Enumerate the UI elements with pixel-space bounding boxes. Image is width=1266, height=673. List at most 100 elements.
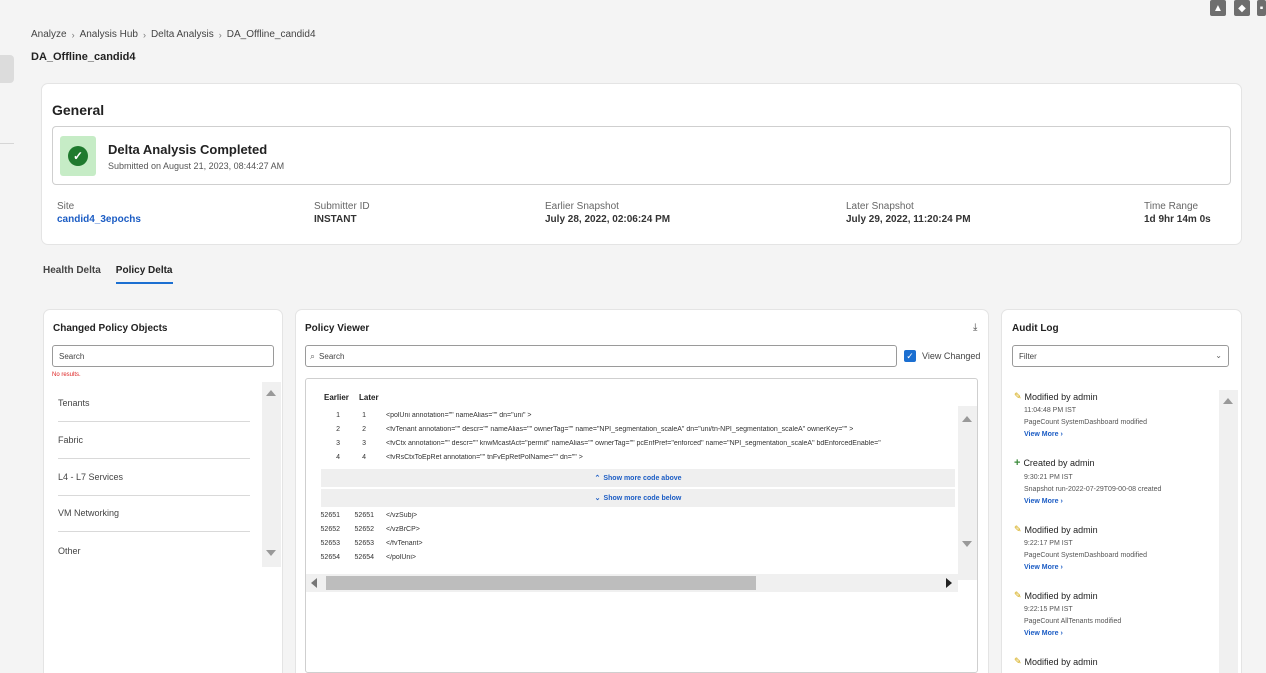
objects-search-input[interactable]: Search	[52, 345, 274, 367]
col-earlier: Earlier	[324, 393, 349, 402]
breadcrumb-current: DA_Offline_candid4	[226, 29, 316, 40]
pencil-icon: ✎	[1014, 391, 1022, 401]
view-more-link[interactable]: View More ›	[1014, 564, 1204, 571]
audit-entry-desc: PageCount AllTenants modified	[1024, 618, 1122, 625]
search-icon: ⌕	[310, 350, 316, 361]
line-number-later: 52652	[354, 526, 374, 533]
panel-title: Policy Viewer	[305, 323, 370, 334]
line-number-earlier: 3	[336, 440, 340, 447]
status-title: Delta Analysis Completed	[108, 142, 268, 157]
general-card: General ✓ Delta Analysis Completed Submi…	[42, 84, 1241, 244]
sidebar-toggle[interactable]	[0, 55, 14, 83]
list-item-other[interactable]: Other	[58, 532, 250, 569]
code-line: 52652 52652 </vzBrCP>	[306, 526, 956, 540]
scroll-right-icon[interactable]	[946, 578, 952, 588]
breadcrumb: Analyze › Analysis Hub › Delta Analysis …	[31, 29, 316, 40]
line-number-later: 1	[362, 412, 366, 419]
audit-entry: ✎ Modified by admin 9:22:15 PM IST PageCo…	[1014, 590, 1204, 637]
chevron-down-icon: ⌄	[1215, 351, 1222, 360]
list-item-l4-l7[interactable]: L4 - L7 Services	[58, 459, 250, 496]
view-changed-checkbox[interactable]: ✓	[904, 350, 916, 362]
site-link[interactable]: candid4_3epochs	[57, 214, 141, 225]
chevron-right-icon: ›	[1060, 630, 1063, 637]
audit-entry-desc: PageCount SystemDashboard modified	[1024, 552, 1147, 559]
col-later: Later	[359, 393, 379, 402]
line-number-earlier: 2	[336, 426, 340, 433]
chevron-right-icon: ›	[1060, 498, 1063, 505]
bell-icon[interactable]: ▲	[1210, 0, 1226, 16]
list-item-fabric[interactable]: Fabric	[58, 422, 250, 459]
scroll-down-icon[interactable]	[962, 541, 972, 547]
scroll-up-icon[interactable]	[1223, 398, 1233, 404]
pencil-icon: ✎	[1014, 524, 1022, 534]
list-item-vm-networking[interactable]: VM Networking	[58, 495, 250, 532]
tab-health-delta[interactable]: Health Delta	[43, 265, 101, 284]
view-more-label: View More	[1024, 564, 1059, 571]
sidebar-divider	[0, 143, 14, 144]
scroll-down-icon[interactable]	[266, 550, 276, 556]
scroll-left-icon[interactable]	[311, 578, 317, 588]
meta-label: Earlier Snapshot	[545, 201, 619, 212]
meta-site: Site candid4_3epochs	[57, 201, 141, 225]
code-line: 2 2 <fvTenant annotation="" descr="" nam…	[306, 426, 956, 440]
audit-scrollbar[interactable]	[1219, 390, 1238, 673]
view-more-link[interactable]: View More ›	[1014, 498, 1204, 505]
line-number-earlier: 52654	[320, 554, 340, 561]
view-more-link[interactable]: View More ›	[1014, 630, 1204, 637]
line-number-later: 2	[362, 426, 366, 433]
line-number-later: 52651	[354, 512, 374, 519]
status-indicator: ✓	[60, 136, 96, 176]
breadcrumb-delta-analysis[interactable]: Delta Analysis	[151, 29, 214, 40]
meta-value: 1d 9hr 14m 0s	[1144, 214, 1211, 225]
show-more-below-button[interactable]: ⌄ Show more code below	[321, 489, 955, 507]
chevron-right-icon: ›	[71, 29, 75, 40]
chevron-down-icon: ⌄	[594, 495, 601, 502]
audit-entry: + Created by admin 9:30:21 PM IST Snapsho…	[1014, 457, 1204, 505]
code-horizontal-scrollbar[interactable]	[306, 574, 958, 592]
view-more-label: View More	[1024, 498, 1059, 505]
policy-viewer-panel: Policy Viewer ⤓ ⌕ Search ✓ View Changed …	[296, 310, 988, 673]
scroll-up-icon[interactable]	[266, 390, 276, 396]
meta-value: INSTANT	[314, 214, 357, 225]
code-text: </fvTenant>	[386, 540, 423, 547]
breadcrumb-analysis-hub[interactable]: Analysis Hub	[80, 29, 138, 40]
audit-entry-time: 9:22:17 PM IST	[1024, 540, 1073, 547]
meta-label: Site	[57, 201, 75, 212]
code-text: </vzSubj>	[386, 512, 418, 519]
line-number-later: 52653	[354, 540, 374, 547]
tab-policy-delta[interactable]: Policy Delta	[115, 265, 173, 284]
page-title: DA_Offline_candid4	[31, 51, 136, 63]
audit-log-panel: Audit Log Filter ⌄ ✎ Modified by admin 11…	[1002, 310, 1241, 673]
breadcrumb-analyze[interactable]: Analyze	[31, 29, 67, 40]
chevron-up-icon: ⌃	[594, 475, 601, 482]
search-placeholder: Search	[319, 351, 345, 361]
line-number-later: 4	[362, 454, 366, 461]
status-subtitle: Submitted on August 21, 2023, 08:44:27 A…	[108, 161, 285, 171]
bookmark-icon[interactable]: ◆	[1234, 0, 1250, 16]
plus-icon: +	[1014, 457, 1021, 469]
code-text: <fvRsCtxToEpRet annotation="" tnFvEpRetP…	[386, 454, 583, 461]
scroll-thumb[interactable]	[326, 576, 756, 590]
code-vertical-scrollbar[interactable]	[958, 406, 977, 580]
scroll-up-icon[interactable]	[962, 416, 972, 422]
line-number-earlier: 4	[336, 454, 340, 461]
meta-value: July 29, 2022, 11:20:24 PM	[846, 214, 971, 225]
show-more-above-button[interactable]: ⌃ Show more code above	[321, 469, 955, 487]
list-item-tenants[interactable]: Tenants	[58, 385, 250, 422]
line-number-earlier: 1	[336, 412, 340, 419]
policy-search-input[interactable]: ⌕ Search	[305, 345, 897, 367]
code-area: 1 1 <polUni annotation="" nameAlias="" d…	[306, 412, 958, 607]
audit-filter-select[interactable]: Filter ⌄	[1012, 345, 1229, 367]
audit-entry-title: Modified by admin	[1024, 590, 1098, 601]
view-more-label: View More	[1024, 630, 1059, 637]
panel-title: Audit Log	[1012, 323, 1059, 334]
view-more-link[interactable]: View More ›	[1014, 431, 1204, 438]
code-text: <fvTenant annotation="" descr="" nameAli…	[386, 426, 854, 433]
no-results-text: No results.	[52, 372, 81, 378]
download-icon[interactable]: ⤓	[973, 322, 983, 334]
audit-entry-title: Modified by admin	[1024, 656, 1098, 667]
audit-entry-time: 9:22:15 PM IST	[1024, 606, 1073, 613]
settings-icon[interactable]: ▪	[1257, 0, 1266, 16]
chevron-right-icon: ›	[218, 29, 222, 40]
objects-scrollbar[interactable]	[262, 382, 281, 567]
